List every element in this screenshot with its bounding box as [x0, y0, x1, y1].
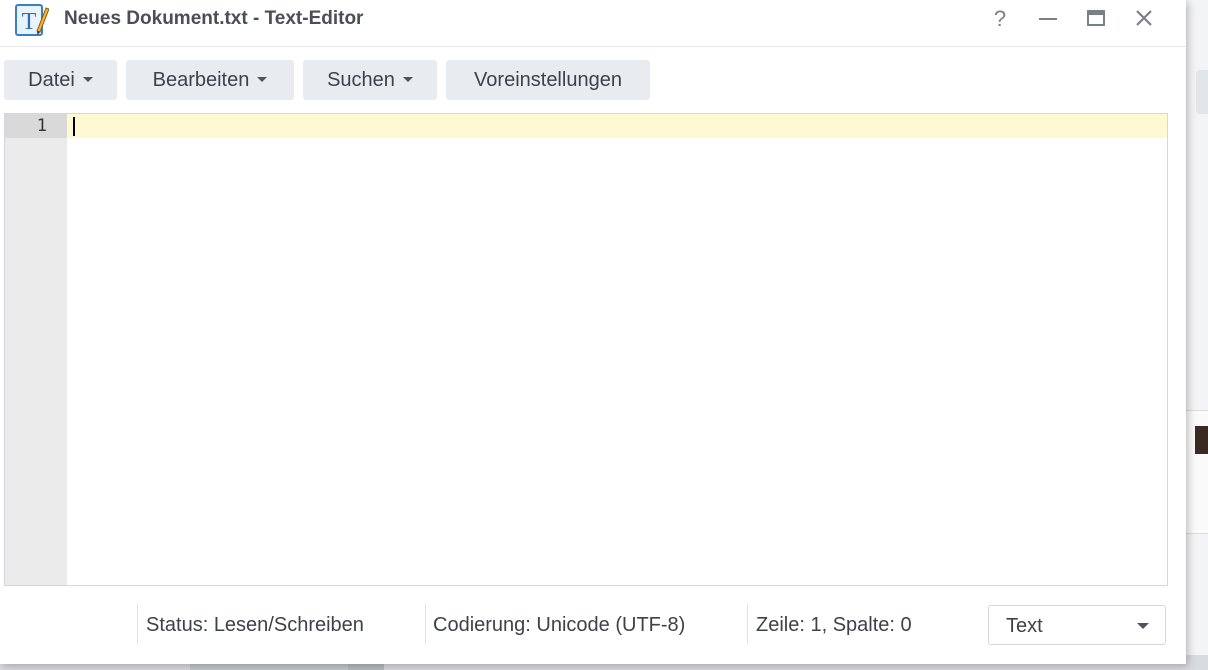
file-menu-label: Datei: [28, 69, 75, 91]
maximize-icon[interactable]: [1081, 6, 1111, 32]
help-icon[interactable]: ?: [985, 6, 1015, 32]
status-bar: Status: Lesen/Schreiben Codierung: Unico…: [0, 604, 1186, 650]
text-editor-window: T Neues Dokument.txt - Text-Editor ? Dat…: [0, 0, 1186, 664]
file-menu-button[interactable]: Datei: [4, 60, 117, 100]
chevron-down-icon: [402, 77, 413, 83]
minimize-icon[interactable]: [1033, 6, 1063, 32]
text-editor-icon: T: [15, 2, 50, 38]
window-title: Neues Dokument.txt - Text-Editor: [64, 8, 364, 29]
syntax-mode-value: Text: [1006, 615, 1043, 637]
toolbar: Datei Bearbeiten Suchen Voreinstellungen: [0, 60, 1186, 100]
svg-text:T: T: [22, 9, 37, 35]
settings-button[interactable]: Voreinstellungen: [446, 60, 650, 100]
chevron-down-icon: [82, 77, 93, 83]
status-divider: [747, 604, 748, 644]
background-window-edge: [1186, 0, 1208, 670]
settings-label: Voreinstellungen: [474, 69, 622, 91]
text-input-area[interactable]: [67, 114, 1167, 585]
syntax-mode-select[interactable]: Text: [988, 605, 1166, 645]
text-cursor: [73, 117, 75, 136]
editor: 1: [4, 113, 1168, 586]
status-readwrite: Status: Lesen/Schreiben: [146, 614, 364, 636]
edit-menu-button[interactable]: Bearbeiten: [126, 60, 294, 100]
title-bar[interactable]: T Neues Dokument.txt - Text-Editor ?: [0, 0, 1186, 47]
background-panel: [1195, 426, 1208, 454]
chevron-down-icon: [1137, 623, 1149, 629]
line-number-gutter: 1: [5, 114, 67, 585]
status-divider: [137, 604, 138, 644]
status-divider: [425, 604, 426, 644]
search-menu-label: Suchen: [327, 69, 395, 91]
line-number: 1: [5, 114, 67, 138]
close-icon[interactable]: [1129, 6, 1159, 32]
status-cursor-position: Zeile: 1, Spalte: 0: [756, 614, 912, 636]
chevron-down-icon: [257, 77, 268, 83]
active-line-highlight: [67, 114, 1167, 138]
edit-menu-label: Bearbeiten: [152, 69, 250, 91]
search-menu-button[interactable]: Suchen: [303, 60, 437, 100]
status-encoding: Codierung: Unicode (UTF-8): [433, 614, 686, 636]
background-panel: [1196, 70, 1208, 114]
